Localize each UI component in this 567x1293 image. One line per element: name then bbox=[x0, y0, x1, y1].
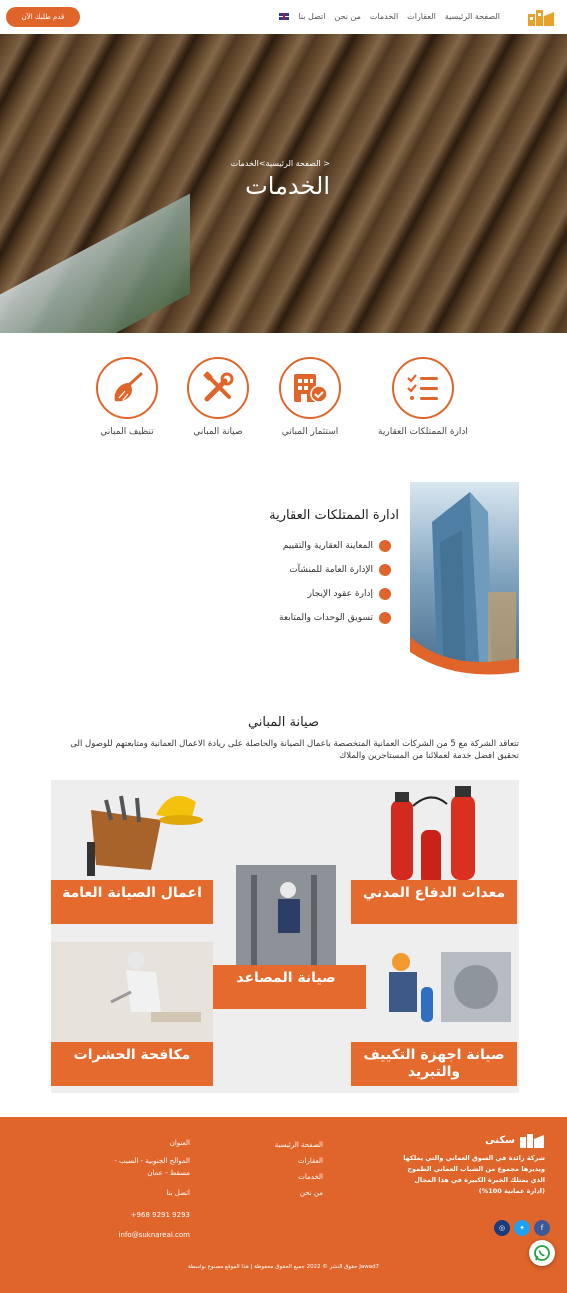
hero-banner: الصفحة الرئيسية>الخدمات > الخدمات bbox=[0, 34, 567, 333]
facebook-icon[interactable]: f bbox=[534, 1220, 550, 1236]
service-building-cleaning[interactable]: تنظيف المباني bbox=[72, 357, 182, 437]
service-label: ادارة الممتلكات العقارية bbox=[378, 427, 468, 437]
tile-label: صيانة المصاعد bbox=[206, 965, 366, 1009]
maintenance-collage: معدات الدفاع المدني اعمال الصيانة العامة… bbox=[51, 780, 519, 1093]
building-maintenance-title: صيانة المباني bbox=[247, 715, 320, 730]
footer-link-properties[interactable]: العقارات bbox=[275, 1153, 323, 1169]
email-link[interactable]: info@suknareal.com bbox=[110, 1229, 190, 1241]
building-maintenance-description: تتعاقد الشركة مع 5 من الشركات العمانية ا… bbox=[70, 739, 519, 761]
tile-elevator-maintenance: صيانة المصاعد bbox=[206, 865, 366, 1015]
address-heading: العنوان bbox=[169, 1139, 190, 1147]
tile-pest-control: مكافحة الحشرات bbox=[51, 942, 213, 1092]
nav-services[interactable]: الخدمات bbox=[370, 12, 398, 21]
contact-heading: اتصل بنا bbox=[166, 1189, 190, 1197]
tools-icon bbox=[187, 357, 249, 419]
list-item: تسويق الوحدات والمتابعة bbox=[279, 606, 391, 630]
tile-label: معدات الدفاع المدني bbox=[351, 880, 517, 924]
whatsapp-icon[interactable] bbox=[529, 1240, 555, 1266]
social-links: ◎ ✦ f bbox=[494, 1220, 550, 1236]
footer-link-services[interactable]: الخدمات bbox=[275, 1169, 323, 1185]
footer-link-about[interactable]: من نحن bbox=[275, 1185, 323, 1201]
broom-icon bbox=[96, 357, 158, 419]
footer-contact: العنوان الموالح الجنوبية - السيب - مسقط … bbox=[110, 1137, 190, 1241]
tile-fire-equipment: معدات الدفاع المدني bbox=[351, 780, 517, 930]
tile-general-maintenance: اعمال الصيانة العامة bbox=[51, 780, 213, 930]
tile-label: مكافحة الحشرات bbox=[51, 1042, 213, 1086]
property-management-title: ادارة الممتلكات العقارية bbox=[269, 508, 399, 523]
nav-contact[interactable]: اتصل بنا bbox=[298, 12, 325, 21]
nav-properties[interactable]: العقارات bbox=[407, 12, 436, 21]
tile-label: صيانة اجهزة التكييف والتبريد bbox=[351, 1042, 517, 1086]
footer-links: الصفحة الرئيسية العقارات الخدمات من نحن bbox=[275, 1137, 323, 1201]
breadcrumb[interactable]: الصفحة الرئيسية>الخدمات > bbox=[231, 159, 330, 168]
uk-flag-icon[interactable] bbox=[279, 13, 290, 20]
logo-icon bbox=[520, 1134, 544, 1148]
building-check-icon bbox=[279, 357, 341, 419]
checklist-icon bbox=[392, 357, 454, 419]
list-item: الإدارة العامة للمنشآت bbox=[279, 558, 391, 582]
bullet-icon bbox=[379, 588, 391, 600]
site-header: قدم طلبك الآن الصفحة الرئيسية العقارات ا… bbox=[0, 0, 567, 34]
twitter-icon[interactable]: ✦ bbox=[514, 1220, 530, 1236]
tile-label: اعمال الصيانة العامة bbox=[51, 880, 213, 924]
footer-link-home[interactable]: الصفحة الرئيسية bbox=[275, 1137, 323, 1153]
skyscraper-image bbox=[410, 482, 519, 698]
nav-home[interactable]: الصفحة الرئيسية bbox=[445, 12, 500, 21]
site-footer: سكنى شركة رائدة في السوق العماني والتي ي… bbox=[0, 1117, 567, 1293]
copyright: حقوق النشر © 2022 جميع الحقوق محفوظة | ه… bbox=[187, 1264, 380, 1270]
hero-window-view bbox=[0, 193, 190, 333]
list-item: إدارة عقود الإيجار bbox=[279, 582, 391, 606]
phone-link[interactable]: +968 9291 9293 bbox=[110, 1209, 190, 1221]
bullet-icon bbox=[379, 540, 391, 552]
service-property-management[interactable]: ادارة الممتلكات العقارية bbox=[368, 357, 478, 437]
bullet-icon bbox=[379, 612, 391, 624]
property-management-list: المعاينة العقارية والتقييم الإدارة العام… bbox=[279, 534, 391, 630]
tile-ac-maintenance: صيانة اجهزة التكييف والتبريد bbox=[351, 942, 517, 1092]
footer-about: شركة رائدة في السوق العماني والتي يملكها… bbox=[403, 1154, 545, 1195]
bullet-icon bbox=[379, 564, 391, 576]
address-text: الموالح الجنوبية - السيب - مسقط - عمان bbox=[114, 1157, 190, 1177]
main-nav: الصفحة الرئيسية العقارات الخدمات من نحن … bbox=[279, 12, 500, 21]
page-title: الخدمات bbox=[245, 172, 330, 200]
footer-brand: سكنى bbox=[485, 1134, 515, 1146]
apply-now-button[interactable]: قدم طلبك الآن bbox=[6, 7, 80, 27]
list-item: المعاينة العقارية والتقييم bbox=[279, 534, 391, 558]
service-label: تنظيف المباني bbox=[100, 427, 154, 437]
logo-icon[interactable] bbox=[527, 7, 555, 27]
footer-logo[interactable]: سكنى bbox=[485, 1132, 545, 1148]
nav-about[interactable]: من نحن bbox=[334, 12, 360, 21]
instagram-icon[interactable]: ◎ bbox=[494, 1220, 510, 1236]
